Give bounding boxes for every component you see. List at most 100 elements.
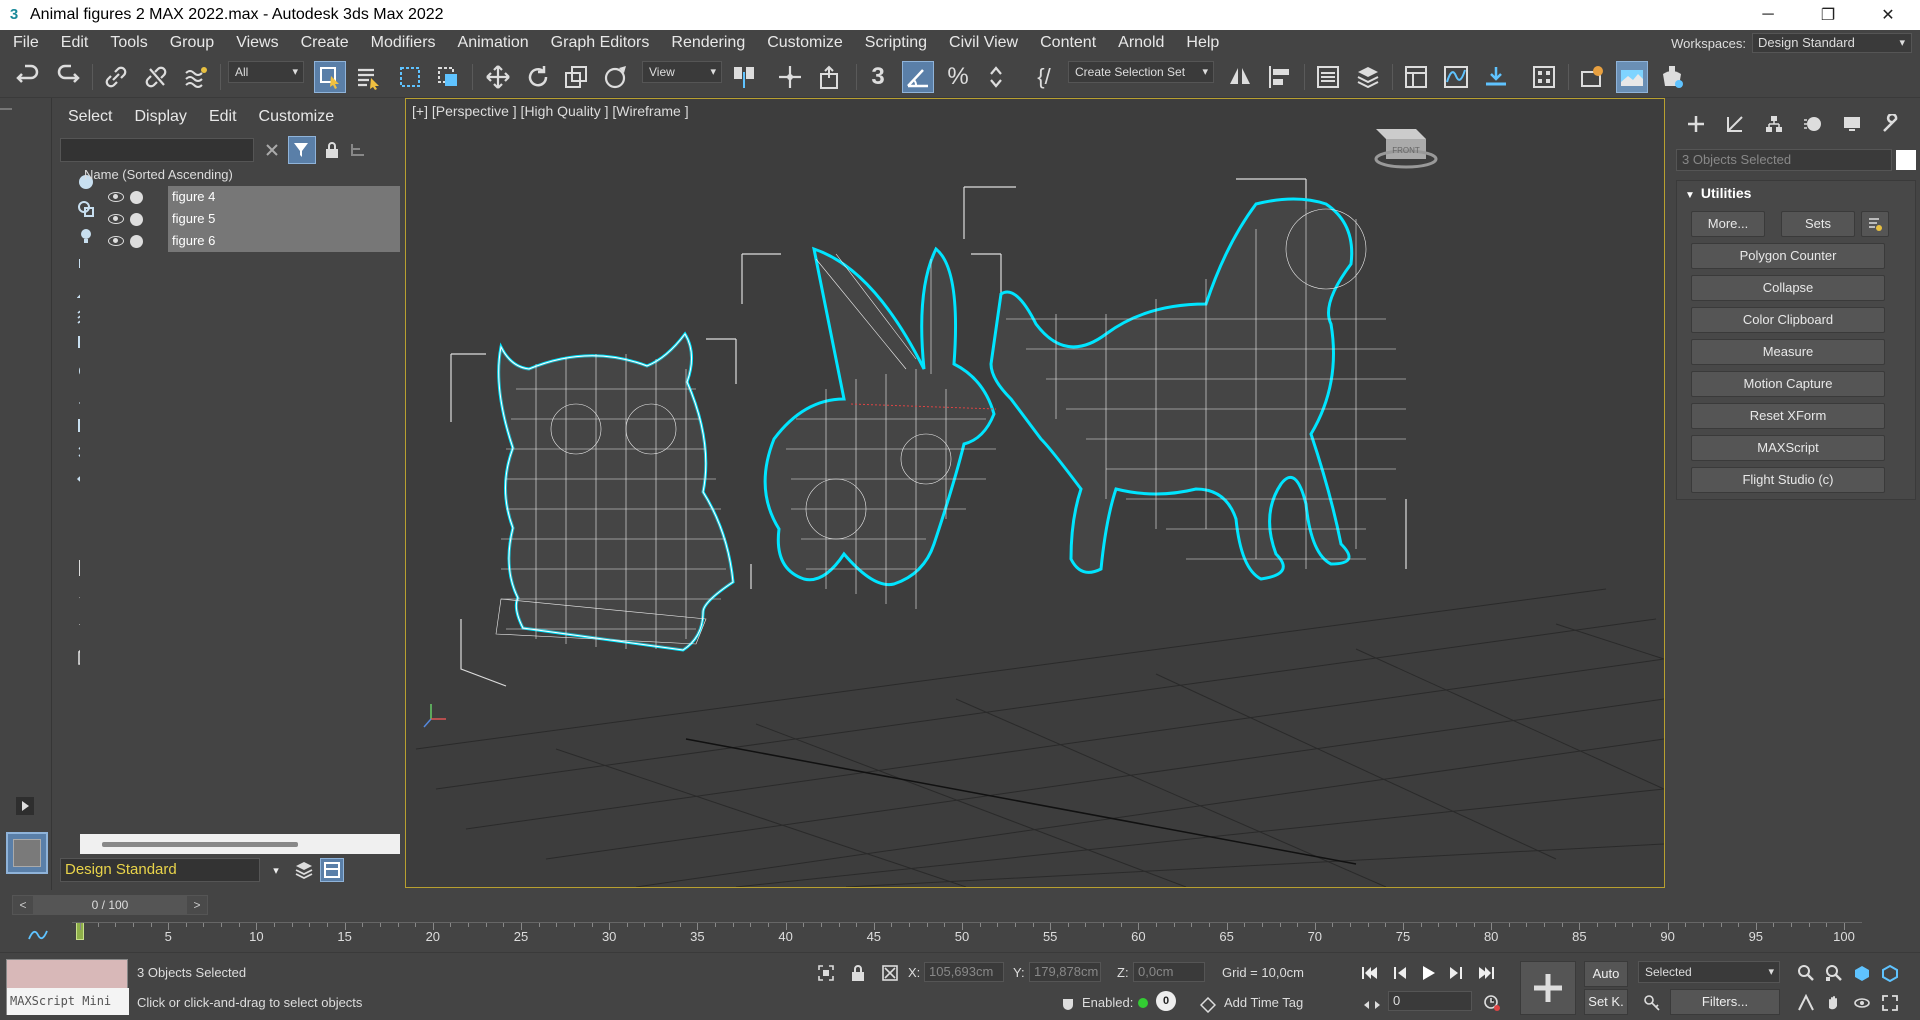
dog-figure-6[interactable] (989, 197, 1406, 581)
next-frame-icon[interactable] (1444, 961, 1468, 985)
undo-icon[interactable] (12, 61, 44, 93)
tab-select[interactable]: Select (68, 108, 112, 126)
toggle-scene-explorer-icon[interactable] (1312, 61, 1344, 93)
maxscript-button[interactable]: MAXScript (1691, 435, 1885, 461)
material-editor-icon[interactable] (1528, 61, 1560, 93)
key-mode-toggle-icon[interactable] (1640, 991, 1664, 1015)
go-to-end-icon[interactable] (1474, 961, 1498, 985)
color-clipboard-button[interactable]: Color Clipboard (1691, 307, 1885, 333)
scene-search-input[interactable] (60, 138, 254, 162)
viewcube[interactable]: FRONT (1374, 129, 1438, 169)
hierarchy-icon[interactable] (346, 138, 370, 162)
configure-sets-icon[interactable] (1861, 211, 1889, 237)
scene-explorer-workspace-field[interactable]: Design Standard (60, 858, 260, 882)
horizontal-scrollbar[interactable] (80, 834, 400, 854)
expand-panel-button[interactable] (13, 794, 37, 818)
menu-modifiers[interactable]: Modifiers (360, 34, 447, 52)
toggle-ribbon-icon[interactable] (1400, 61, 1432, 93)
set-key-mode-button[interactable]: Set K. (1584, 989, 1628, 1015)
tab-edit[interactable]: Edit (209, 108, 237, 126)
link-icon[interactable] (100, 61, 132, 93)
play-icon[interactable] (1416, 961, 1440, 985)
timeline-track[interactable]: 5 10 15 20 25 30 35 40 45 50 55 60 65 70 75 80 85 90 95 100 (72, 922, 1862, 944)
minimize-button[interactable]: ─ (1740, 0, 1796, 30)
rectangular-selection-icon[interactable] (394, 61, 426, 93)
maximize-viewport-icon[interactable] (1878, 991, 1902, 1015)
bind-spacewarp-icon[interactable] (180, 61, 212, 93)
reference-coordinate-dropdown[interactable]: View (642, 61, 722, 83)
menu-graph-editors[interactable]: Graph Editors (540, 34, 661, 52)
filter-toggle-icon[interactable] (288, 136, 316, 164)
absolute-mode-icon[interactable] (878, 961, 902, 985)
snaps-toggle-icon[interactable]: 3 (862, 61, 894, 93)
curve-editor-icon[interactable] (1440, 61, 1472, 93)
tab-customize[interactable]: Customize (259, 108, 335, 126)
isolate-selection-icon[interactable] (814, 961, 838, 985)
create-selection-set-dropdown[interactable]: Create Selection Set (1068, 61, 1214, 83)
move-icon[interactable] (482, 61, 514, 93)
select-by-name-icon[interactable] (352, 61, 384, 93)
reset-xform-button[interactable]: Reset XForm (1691, 403, 1885, 429)
sets-button[interactable]: Sets (1781, 211, 1855, 237)
zoom-icon[interactable] (1794, 961, 1818, 985)
menu-file[interactable]: File (0, 34, 50, 52)
more-button[interactable]: More... (1691, 211, 1765, 237)
menu-tools[interactable]: Tools (99, 34, 158, 52)
current-frame-field[interactable]: 0 (1388, 991, 1472, 1011)
zoom-extents-all-icon[interactable] (1878, 961, 1902, 985)
selection-lock-icon[interactable] (846, 961, 870, 985)
menu-scripting[interactable]: Scripting (854, 34, 938, 52)
set-key-button[interactable] (1520, 961, 1576, 1015)
menu-customize[interactable]: Customize (756, 34, 854, 52)
menu-rendering[interactable]: Rendering (660, 34, 756, 52)
tab-utilities-icon[interactable] (1875, 112, 1907, 136)
key-filters-button[interactable]: Filters... (1670, 989, 1780, 1015)
render-toggle-icon[interactable] (130, 212, 143, 226)
rabbit-figure-5[interactable] (763, 246, 997, 609)
list-item[interactable]: figure 6 (80, 230, 400, 252)
measure-button[interactable]: Measure (1691, 339, 1885, 365)
scale-icon[interactable] (560, 61, 592, 93)
redo-icon[interactable] (52, 61, 84, 93)
percent-snap-icon[interactable]: % (942, 61, 974, 93)
tab-display[interactable]: Display (134, 108, 186, 126)
motion-capture-button[interactable]: Motion Capture (1691, 371, 1885, 397)
next-frame-button[interactable]: > (187, 896, 207, 914)
enabled-indicator[interactable] (1138, 998, 1148, 1008)
spinner-snap-icon[interactable] (982, 61, 1014, 93)
add-time-tag[interactable]: Add Time Tag (1224, 995, 1303, 1010)
pivot-center-icon[interactable] (728, 61, 760, 93)
maxscript-listener[interactable]: MAXScript Mini (6, 959, 129, 1015)
go-to-start-icon[interactable] (1358, 961, 1382, 985)
menu-group[interactable]: Group (159, 34, 225, 52)
owl-figure-4[interactable] (495, 331, 735, 652)
flight-studio-button[interactable]: Flight Studio (c) (1691, 467, 1885, 493)
tab-motion-icon[interactable] (1797, 112, 1829, 136)
lock-icon[interactable] (320, 138, 344, 162)
menu-content[interactable]: Content (1029, 34, 1107, 52)
toggle-layer-explorer-icon[interactable] (1352, 61, 1384, 93)
collapse-button[interactable]: Collapse (1691, 275, 1885, 301)
dropdown-arrow-icon[interactable]: ▾ (264, 858, 288, 882)
perspective-viewport[interactable]: [+] [Perspective ] [High Quality ] [Wire… (405, 98, 1665, 888)
placement-icon[interactable] (600, 61, 632, 93)
window-crossing-icon[interactable] (432, 61, 464, 93)
maxscript-mini-input[interactable]: MAXScript Mini (7, 988, 129, 1015)
edit-named-selection-icon[interactable]: {/ (1028, 61, 1060, 93)
visibility-eye-icon[interactable] (108, 214, 124, 224)
object-name[interactable]: figure 5 (168, 208, 400, 230)
schematic-view-icon[interactable] (1480, 61, 1512, 93)
menu-arnold[interactable]: Arnold (1107, 34, 1175, 52)
align-icon[interactable] (1264, 61, 1296, 93)
menu-edit[interactable]: Edit (50, 34, 100, 52)
object-name[interactable]: figure 4 (168, 186, 400, 208)
field-of-view-icon[interactable] (1794, 991, 1818, 1015)
zoom-all-icon[interactable] (1822, 961, 1846, 985)
z-coordinate-field[interactable]: 0,0cm (1133, 962, 1205, 982)
selected-objects-field[interactable]: 3 Objects Selected (1676, 149, 1892, 171)
render-production-icon[interactable] (1656, 61, 1688, 93)
select-object-icon[interactable] (314, 61, 346, 93)
x-coordinate-field[interactable]: 105,693cm (924, 962, 1004, 982)
render-toggle-icon[interactable] (130, 190, 143, 204)
viewport-layout-icon[interactable] (6, 832, 48, 874)
